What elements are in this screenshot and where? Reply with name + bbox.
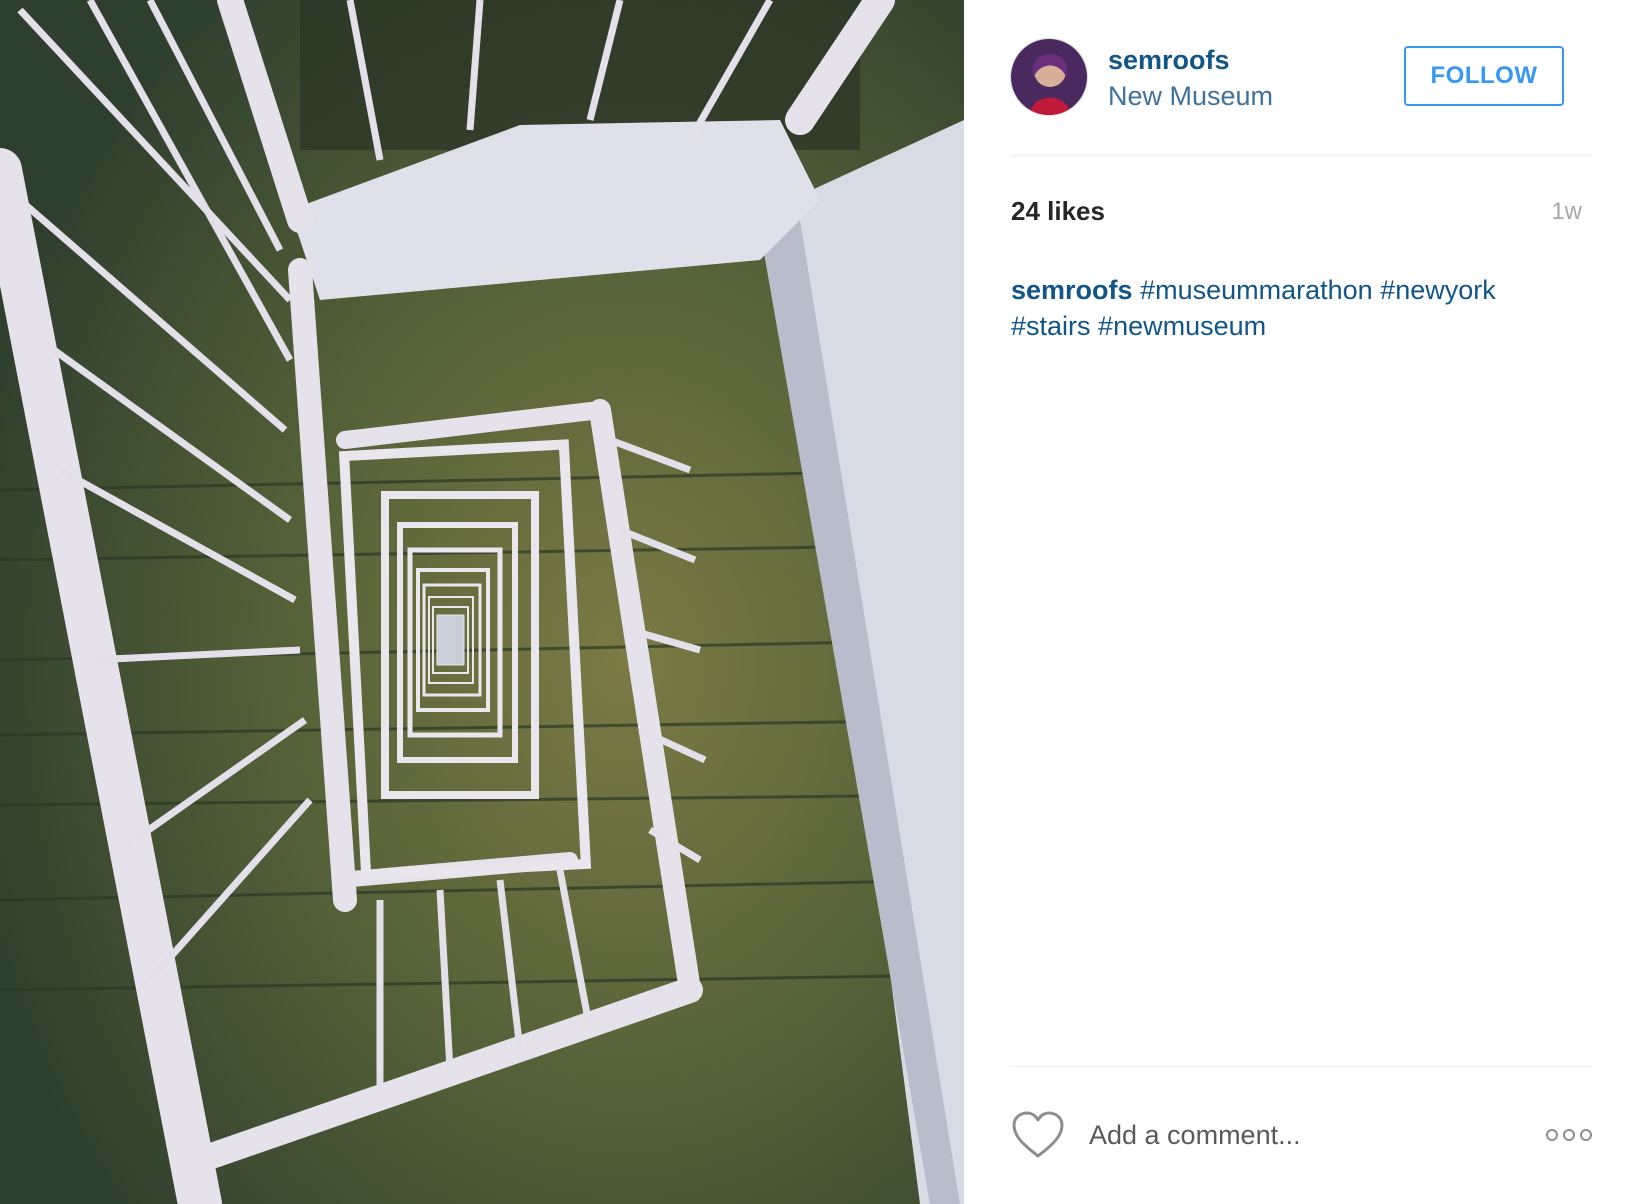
- comment-bar: [1011, 1066, 1593, 1177]
- stairwell-image: [0, 0, 964, 1204]
- user-info: semroofs New Museum: [1108, 44, 1273, 114]
- comment-input[interactable]: [1089, 1115, 1509, 1155]
- avatar[interactable]: [1010, 38, 1088, 116]
- heart-outline-icon[interactable]: [1011, 1111, 1065, 1159]
- post-details-panel: semroofs New Museum FOLLOW 24 likes 1w s…: [964, 0, 1632, 1204]
- more-options-icon[interactable]: [1545, 1125, 1593, 1145]
- hashtag-link[interactable]: #museummarathon: [1140, 275, 1373, 305]
- caption-username-link[interactable]: semroofs: [1011, 275, 1133, 305]
- location-link[interactable]: New Museum: [1108, 78, 1273, 114]
- username-link[interactable]: semroofs: [1108, 44, 1273, 76]
- likes-count[interactable]: 24 likes: [1011, 196, 1105, 227]
- user-avatar-image: [1011, 39, 1087, 115]
- post-timestamp[interactable]: 1w: [1551, 198, 1582, 226]
- hashtag-link[interactable]: #newyork: [1380, 275, 1496, 305]
- post-photo[interactable]: [0, 0, 964, 1204]
- follow-button[interactable]: FOLLOW: [1404, 46, 1564, 106]
- hashtag-link[interactable]: #newmuseum: [1098, 311, 1266, 341]
- post-caption: semroofs #museummarathon #newyork #stair…: [1011, 272, 1571, 344]
- hashtag-link[interactable]: #stairs: [1011, 311, 1091, 341]
- header-divider: [1011, 154, 1593, 155]
